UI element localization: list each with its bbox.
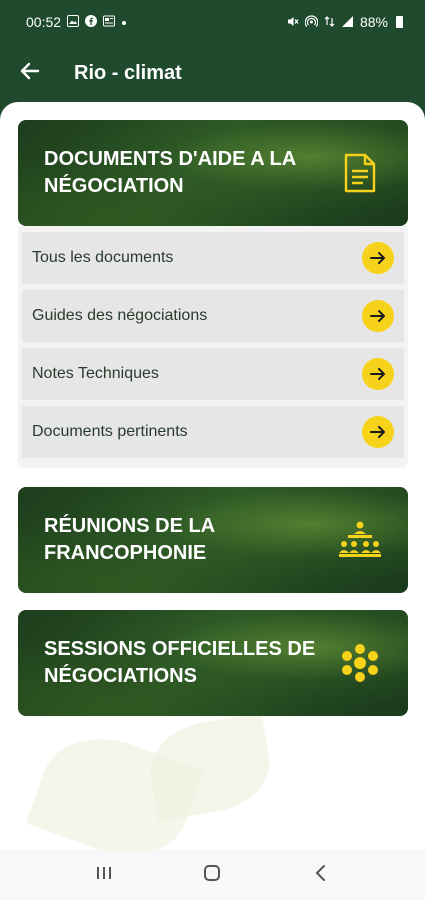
- chevron-left-icon: [314, 864, 328, 887]
- news-icon: [103, 15, 116, 29]
- battery-icon: [396, 16, 403, 28]
- recents-button[interactable]: [84, 855, 124, 895]
- system-back-button[interactable]: [301, 855, 341, 895]
- gallery-icon: [67, 15, 80, 29]
- list-item[interactable]: Tous les documents: [22, 232, 404, 284]
- document-icon: [338, 151, 382, 195]
- system-nav-bar: [0, 850, 425, 900]
- main-content: DOCUMENTS D'AIDE A LA NÉGOCIATION Tous l…: [0, 102, 425, 850]
- status-time: 00:52: [26, 14, 62, 30]
- list-item-label: Guides des négociations: [32, 307, 208, 324]
- recents-icon: [95, 865, 113, 886]
- section-reunions-card[interactable]: RÉUNIONS DE LA FRANCOPHONIE: [18, 487, 408, 593]
- section-title: SESSIONS OFFICIELLES DE NÉGOCIATIONS: [44, 638, 316, 687]
- status-left: 00:52: [26, 14, 127, 30]
- signal-icon: [341, 15, 354, 30]
- list-item-label: Documents pertinents: [32, 423, 188, 440]
- section-title: DOCUMENTS D'AIDE A LA NÉGOCIATION: [44, 148, 296, 197]
- dot-icon: [121, 16, 127, 28]
- data-icon: [324, 15, 335, 30]
- page-title: Rio - climat: [74, 61, 182, 84]
- arrow-right-icon: [362, 300, 394, 332]
- mute-icon: [286, 15, 299, 30]
- group-icon: [338, 641, 382, 685]
- section-title: RÉUNIONS DE LA FRANCOPHONIE: [44, 515, 215, 564]
- status-right: 88%: [286, 14, 403, 30]
- hotspot-icon: [304, 14, 319, 30]
- arrow-right-icon: [362, 358, 394, 390]
- list-item-label: Notes Techniques: [32, 365, 159, 382]
- facebook-icon: [85, 15, 98, 29]
- back-arrow-icon: [20, 61, 40, 86]
- battery-level: 88%: [359, 14, 388, 30]
- list-item[interactable]: Notes Techniques: [22, 348, 404, 400]
- app-bar: Rio - climat: [0, 44, 425, 102]
- meeting-icon: [338, 518, 382, 562]
- back-button[interactable]: [0, 44, 60, 102]
- list-item[interactable]: Documents pertinents: [22, 406, 404, 458]
- arrow-right-icon: [362, 242, 394, 274]
- list-item-label: Tous les documents: [32, 249, 174, 266]
- background-leaf: [143, 712, 277, 822]
- home-button[interactable]: [192, 855, 232, 895]
- list-item[interactable]: Guides des négociations: [22, 290, 404, 342]
- home-icon: [203, 864, 221, 887]
- status-bar: 00:52 88%: [0, 0, 425, 44]
- arrow-right-icon: [362, 416, 394, 448]
- section-sessions-card[interactable]: SESSIONS OFFICIELLES DE NÉGOCIATIONS: [18, 610, 408, 716]
- documents-sublist: Tous les documents Guides des négociatio…: [18, 226, 408, 468]
- section-documents-card[interactable]: DOCUMENTS D'AIDE A LA NÉGOCIATION: [18, 120, 408, 226]
